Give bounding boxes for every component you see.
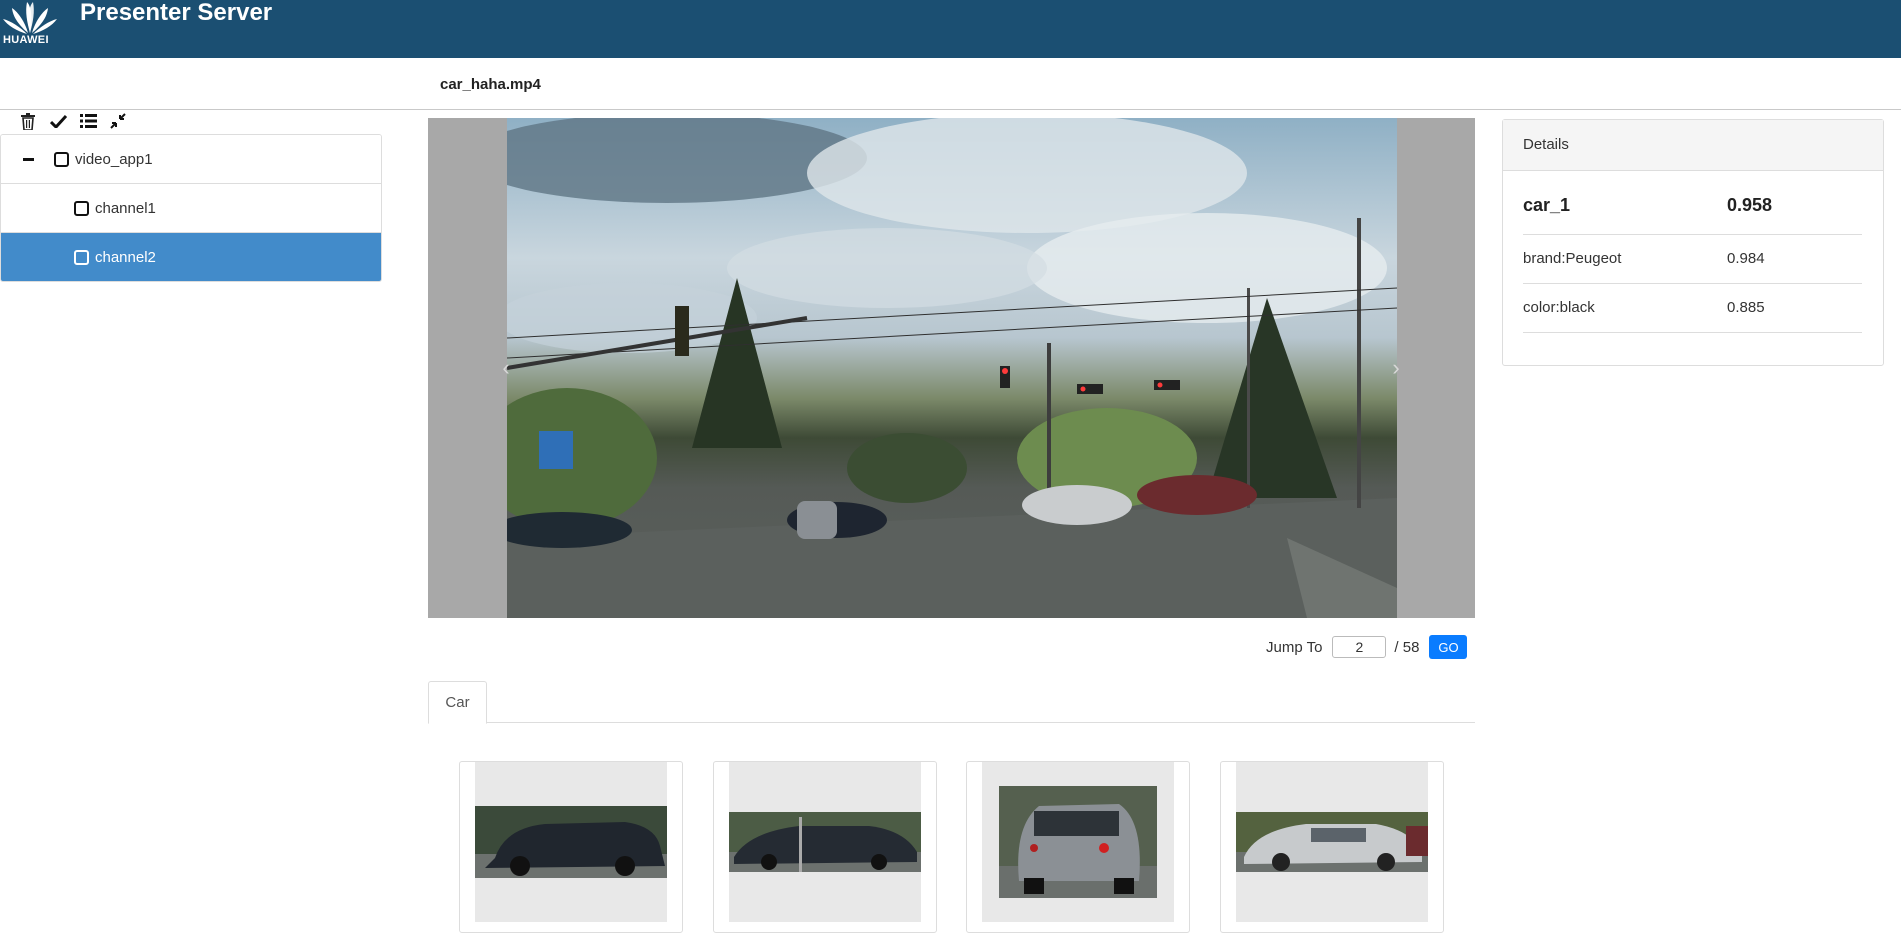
tree-toolbar — [18, 111, 128, 131]
detection-thumbnail[interactable] — [459, 761, 683, 933]
car-crop-image — [999, 786, 1157, 898]
detail-key: car_1 — [1523, 195, 1571, 215]
checkbox-icon[interactable] — [74, 201, 89, 216]
video-frame-image — [507, 118, 1397, 618]
tree-item-label: channel2 — [95, 248, 156, 266]
detection-thumbnail[interactable] — [966, 761, 1190, 933]
detail-row: brand:Peugeot 0.984 — [1523, 235, 1862, 284]
detection-thumbnail[interactable] — [713, 761, 937, 933]
huawei-logo: HUAWEI — [0, 0, 60, 48]
file-name: car_haha.mp4 — [440, 76, 541, 93]
detail-key: color:black — [1523, 299, 1595, 316]
logo-text: HUAWEI — [3, 34, 49, 46]
app-title: Presenter Server — [80, 0, 273, 26]
detail-value: 0.885 — [1727, 299, 1765, 316]
detail-row: color:black 0.885 — [1523, 284, 1862, 333]
detail-row-primary: car_1 0.958 — [1523, 171, 1862, 235]
tab-car[interactable]: Car — [428, 681, 487, 724]
page-number-input[interactable] — [1332, 636, 1387, 658]
tree-item-label: video_app1 — [75, 150, 153, 168]
list-icon[interactable] — [78, 111, 98, 131]
file-bar: car_haha.mp4 — [0, 58, 1901, 110]
total-pages: / 58 — [1394, 638, 1420, 656]
details-heading: Details — [1503, 120, 1883, 171]
channel-tree: video_app1 channel1 channel2 — [0, 134, 382, 282]
collapse-icon[interactable] — [23, 158, 34, 161]
checkbox-icon[interactable] — [54, 152, 69, 167]
tree-item-channel2[interactable]: channel2 — [1, 233, 381, 281]
prev-frame-icon[interactable]: ‹ — [496, 357, 516, 379]
car-crop-image — [729, 812, 921, 872]
app-header: HUAWEI Presenter Server — [0, 0, 1901, 58]
tree-item-channel1[interactable]: channel1 — [1, 184, 381, 233]
detection-thumbnail[interactable] — [1220, 761, 1444, 933]
frame-viewer: ‹ › — [428, 118, 1475, 618]
next-frame-icon[interactable]: › — [1386, 357, 1406, 379]
detail-value: 0.958 — [1727, 195, 1773, 215]
trash-icon[interactable] — [18, 111, 38, 131]
check-icon[interactable] — [48, 111, 68, 131]
jump-to-label: Jump To — [1266, 638, 1323, 656]
object-tabs: Car — [428, 681, 1475, 724]
frame-pager: Jump To / 58 GO — [1266, 634, 1468, 660]
detail-key: brand:Peugeot — [1523, 250, 1622, 267]
go-button[interactable]: GO — [1429, 635, 1468, 659]
tree-item-label: channel1 — [95, 199, 156, 217]
car-crop-image — [1236, 812, 1428, 872]
details-panel: Details car_1 0.958 brand:Peugeot 0.984 … — [1502, 119, 1884, 366]
compress-icon[interactable] — [108, 111, 128, 131]
detail-value: 0.984 — [1727, 250, 1765, 267]
tree-item-video-app1[interactable]: video_app1 — [1, 135, 381, 184]
checkbox-icon[interactable] — [74, 250, 89, 265]
car-crop-image — [475, 806, 667, 878]
